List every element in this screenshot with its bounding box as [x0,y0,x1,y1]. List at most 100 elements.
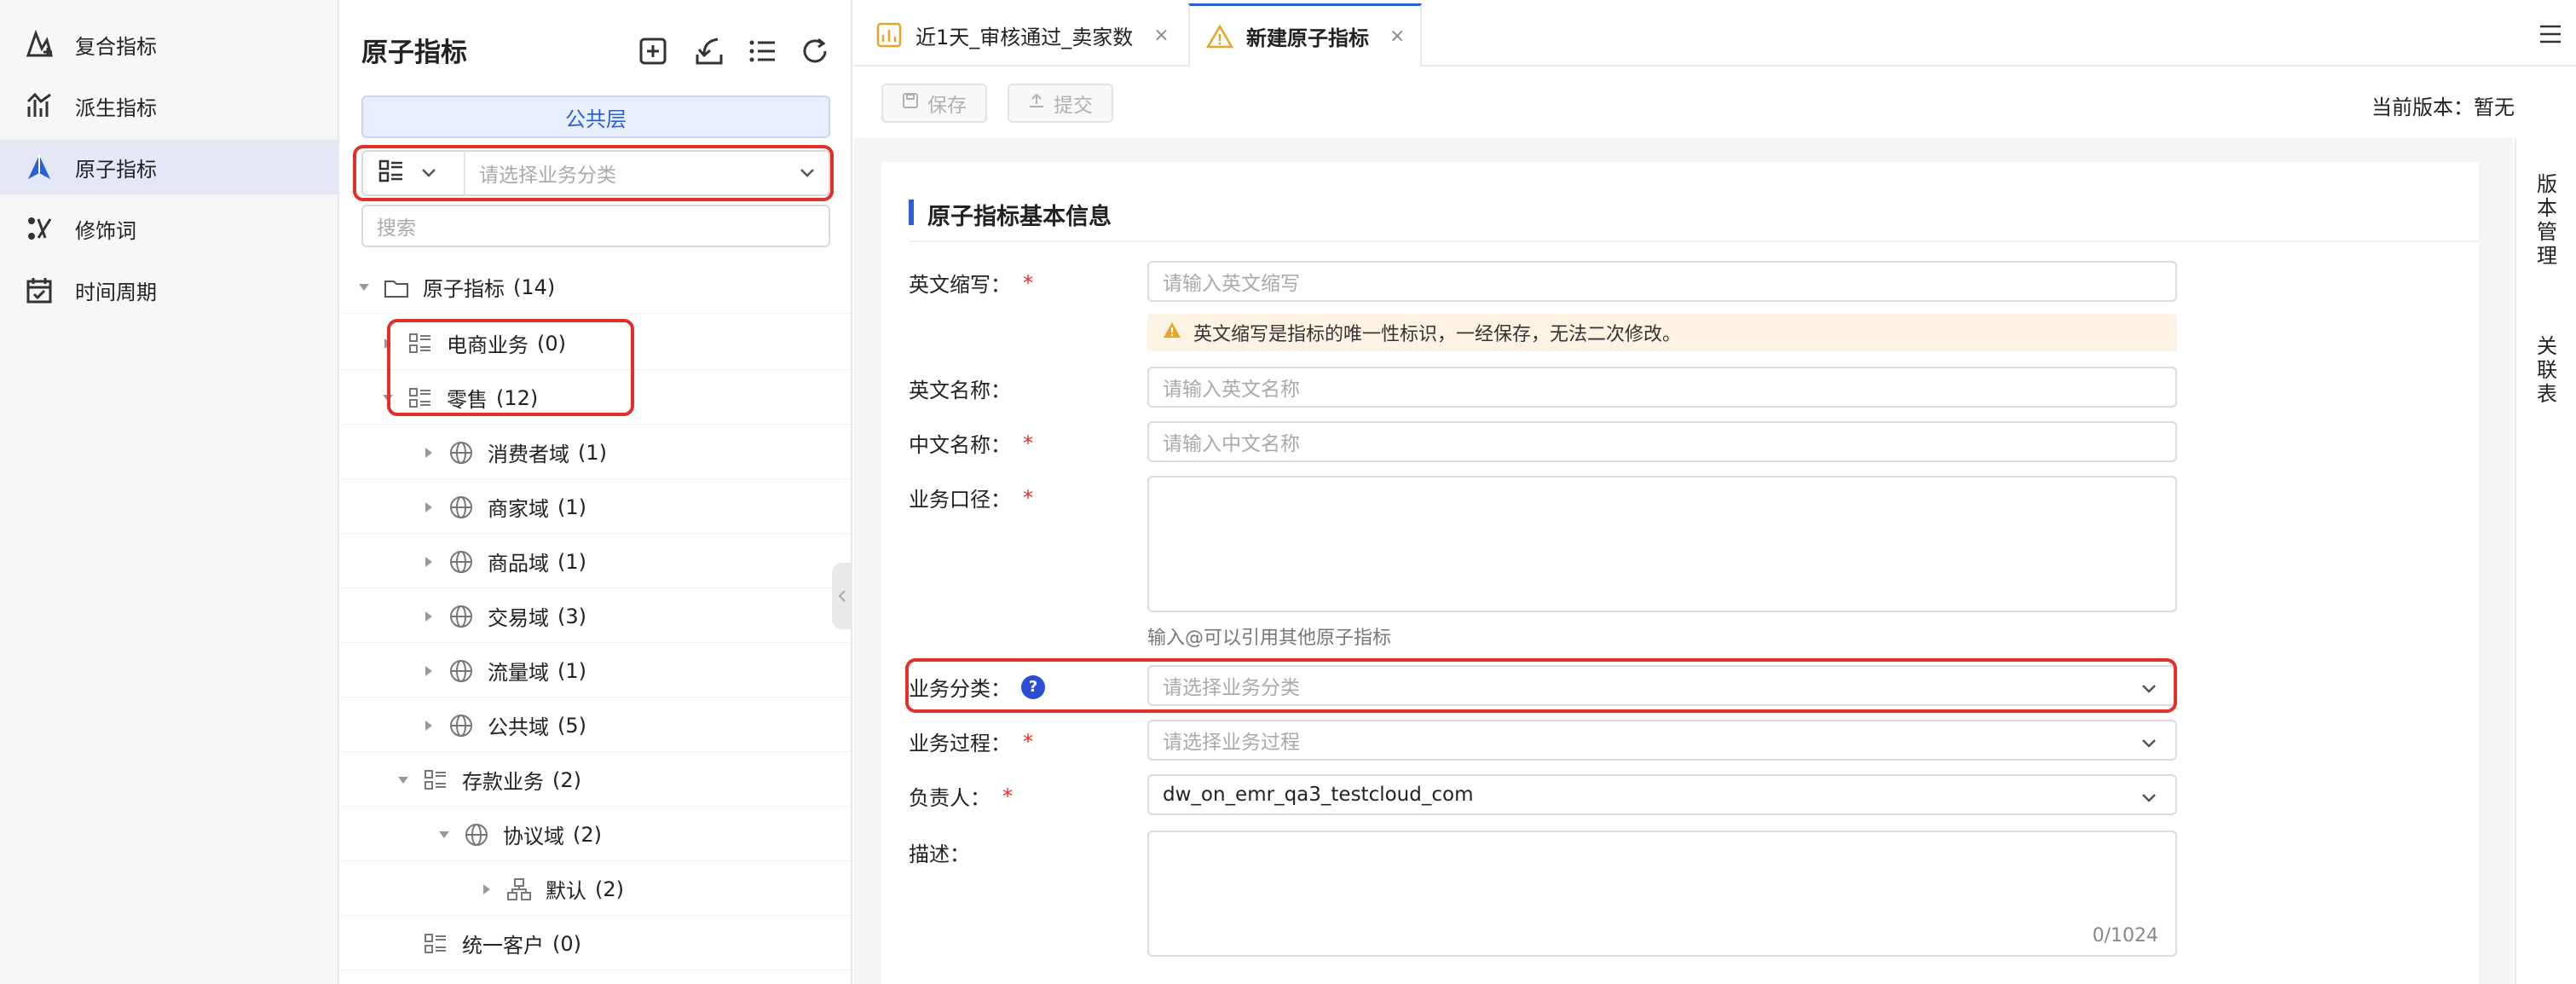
cn-name-label: 中文名称： * [909,428,1033,458]
panel-collapse-handle[interactable] [832,563,852,629]
help-icon[interactable]: ? [1021,674,1045,699]
caliber-label-text: 业务口径： [909,488,1011,512]
warning-icon [1163,321,1181,344]
caret-right-icon[interactable] [380,336,396,351]
close-icon[interactable]: × [1153,25,1169,46]
process-select[interactable]: 请选择业务过程 [1147,720,2177,761]
import-icon[interactable] [692,34,726,68]
tree-node-trade-domain[interactable]: 交易域 (3) [339,590,851,643]
tree-node-count: (3) [557,604,586,628]
tree-node-label: 零售 [447,388,488,412]
related-tables-tab[interactable]: 关联表 [2535,334,2559,406]
tree-node-count: (14) [513,275,556,299]
en-name-label: 英文名称： [909,373,1011,403]
hamburger-menu-icon[interactable] [2533,17,2567,51]
caret-down-icon[interactable] [396,773,411,788]
tree-node-count: (1) [578,440,607,465]
view-mode-toggle[interactable] [363,152,465,194]
nav-item-label: 时间周期 [75,280,157,304]
category-list-icon [406,384,435,413]
caret-right-icon[interactable] [421,609,436,624]
nav-item-atomic[interactable]: 原子指标 [0,140,339,194]
nav-item-composite[interactable]: 复合指标 [0,17,339,72]
required-mark: * [1023,729,1033,754]
tree-node-label: 默认 [546,879,586,903]
nav-item-modifier[interactable]: 修饰词 [0,201,339,256]
nav-item-time-period[interactable]: 时间周期 [0,263,339,317]
tree-node-label: 原子指标 [423,277,505,301]
caret-right-icon[interactable] [421,554,436,570]
desc-textarea[interactable]: 0/1024 [1147,831,2177,957]
refresh-icon[interactable] [798,34,832,68]
caret-right-icon[interactable] [421,663,436,679]
tree-node-label: 公共域 [488,715,549,739]
version-management-tab[interactable]: 版本管理 [2535,172,2559,268]
tree-node-label: 消费者域 [488,443,569,466]
tree-node-default[interactable]: 默认 (2) [339,863,851,916]
process-label-text: 业务过程： [909,732,1011,755]
category-label: 业务分类：? [909,672,1045,702]
tree-node-label: 存款业务 [462,770,544,794]
list-icon[interactable] [745,34,779,68]
en-name-input[interactable]: 请输入英文名称 [1147,367,2177,408]
tree-node-ecommerce[interactable]: 电商业务 (0) [339,317,851,370]
chevron-down-icon [421,165,436,182]
folder-icon [382,273,411,302]
tree-node-unified-customer[interactable]: 统一客户 (0) [339,917,851,970]
tree-node-public-domain[interactable]: 公共域 (5) [339,699,851,752]
tree-node-retail[interactable]: 零售 (12) [339,372,851,425]
upload-icon [1028,92,1045,114]
en-abbr-warning: 英文缩写是指标的唯一性标识，一经保存，无法二次修改。 [1147,314,2177,351]
tree-node-label: 交易域 [488,606,549,630]
tree-node-label: 电商业务 [447,333,528,357]
nav-item-label: 修饰词 [75,218,136,243]
tab-new-atomic-metric[interactable]: 新建原子指标 × [1188,3,1423,67]
tree-node-count: (0) [537,331,566,356]
submit-button[interactable]: 提交 [1008,84,1113,123]
editor-toolbar: 保存 提交 当前版本：暂无 [854,68,2515,138]
process-select-placeholder: 请选择业务过程 [1163,732,1300,754]
nav-item-derived[interactable]: 派生指标 [0,78,339,133]
tree-node-label: 统一客户 [462,934,544,958]
nav-item-label: 派生指标 [75,96,157,120]
save-button[interactable]: 保存 [881,84,987,123]
tab-seller-count[interactable]: 近1天_审核通过_卖家数 × [859,3,1185,67]
tree-search-input[interactable]: 搜索 [361,205,830,247]
tree-node-label: 协议域 [503,825,564,848]
caret-down-icon[interactable] [356,280,372,295]
tree-node-consumer-domain[interactable]: 消费者域 (1) [339,426,851,479]
tree-node-merchant-domain[interactable]: 商家域 (1) [339,481,851,534]
add-file-icon[interactable] [636,34,670,68]
category-filter-select[interactable]: 请选择业务分类 [361,150,830,196]
owner-select[interactable]: dw_on_emr_qa3_testcloud_com [1147,774,2177,815]
caret-right-icon[interactable] [421,718,436,733]
cn-name-input[interactable]: 请输入中文名称 [1147,421,2177,462]
process-label: 业务过程： * [909,726,1033,756]
tree-node-traffic-domain[interactable]: 流量域 (1) [339,645,851,697]
tree-node-root[interactable]: 原子指标 (14) [339,261,851,314]
caret-right-icon[interactable] [479,882,494,897]
en-abbr-input[interactable]: 请输入英文缩写 [1147,261,2177,302]
tree-node-agreement-domain[interactable]: 协议域 (2) [339,808,851,861]
tree-node-product-domain[interactable]: 商品域 (1) [339,535,851,588]
caliber-textarea[interactable] [1147,476,2177,612]
tree-node-count: (5) [557,713,586,738]
derived-metric-icon [875,20,904,49]
tree-node-label: 流量域 [488,661,549,685]
version-value: 暂无 [2474,96,2515,119]
caret-down-icon[interactable] [436,827,452,842]
public-layer-tab[interactable]: 公共层 [361,96,830,138]
owner-label: 负责人： * [909,781,1013,811]
panel-title: 原子指标 [361,38,467,68]
tree-node-deposit[interactable]: 存款业务 (2) [339,754,851,807]
save-icon [902,92,919,114]
caret-down-icon[interactable] [380,391,396,406]
caret-right-icon[interactable] [421,445,436,460]
category-select[interactable]: 请选择业务分类 [1147,665,2177,706]
tree-node-count: (2) [595,877,624,901]
submit-label: 提交 [1054,95,1093,117]
close-icon[interactable]: × [1389,26,1405,47]
category-list-icon [421,929,450,958]
metric-tree-panel: 原子指标 公共层 请选择业务分类 搜索 原子指标 (14) 电商业务 (0) 零… [339,0,852,984]
caret-right-icon[interactable] [421,500,436,515]
